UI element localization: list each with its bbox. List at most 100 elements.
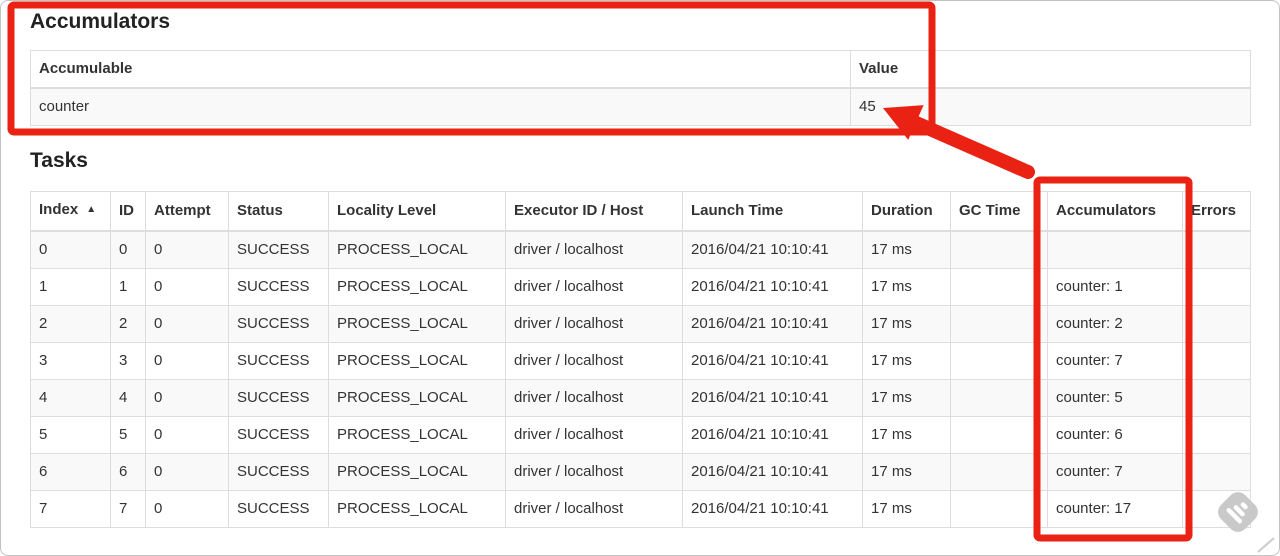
cell-accumulators: counter: 17 bbox=[1047, 490, 1183, 528]
cell-accumulators: counter: 7 bbox=[1047, 342, 1183, 380]
accumulators-section-heading: Accumulators bbox=[30, 10, 171, 33]
tasks-header-row: Index ▲ ID Attempt Status Locality Level … bbox=[30, 191, 1251, 232]
cell-accumulators bbox=[1047, 230, 1183, 269]
table-row: 6 6 0 SUCCESS PROCESS_LOCAL driver / localhos… bbox=[30, 453, 1251, 491]
cell-errors bbox=[1182, 342, 1251, 380]
cell-executor: driver / localhost bbox=[505, 268, 683, 306]
cell-launch: 2016/04/21 10:10:41 bbox=[682, 416, 863, 454]
col-header-index[interactable]: Index ▲ bbox=[30, 191, 111, 232]
col-header-executor-id-host[interactable]: Executor ID / Host bbox=[505, 191, 683, 232]
cell-index: 0 bbox=[30, 230, 111, 269]
cell-locality: PROCESS_LOCAL bbox=[328, 305, 506, 343]
cell-gc_time bbox=[950, 416, 1048, 454]
cell-duration: 17 ms bbox=[862, 490, 951, 528]
cell-accumulators: counter: 6 bbox=[1047, 416, 1183, 454]
cell-gc_time bbox=[950, 305, 1048, 343]
col-header-status[interactable]: Status bbox=[228, 191, 329, 232]
cell-attempt: 0 bbox=[145, 342, 229, 380]
col-header-attempt[interactable]: Attempt bbox=[145, 191, 229, 232]
cell-index: 7 bbox=[30, 490, 111, 528]
sort-asc-icon: ▲ bbox=[86, 204, 97, 215]
cell-locality: PROCESS_LOCAL bbox=[328, 268, 506, 306]
cell-launch: 2016/04/21 10:10:41 bbox=[682, 379, 863, 417]
cell-duration: 17 ms bbox=[862, 342, 951, 380]
cell-gc_time bbox=[950, 342, 1048, 380]
cell-launch: 2016/04/21 10:10:41 bbox=[682, 230, 863, 269]
cell-duration: 17 ms bbox=[862, 453, 951, 491]
table-row: 5 5 0 SUCCESS PROCESS_LOCAL driver / localhos… bbox=[30, 416, 1251, 454]
col-header-id[interactable]: ID bbox=[110, 191, 146, 232]
cell-index: 2 bbox=[30, 305, 111, 343]
cell-executor: driver / localhost bbox=[505, 305, 683, 343]
cell-id: 5 bbox=[110, 416, 146, 454]
cell-errors bbox=[1182, 379, 1251, 417]
cell-locality: PROCESS_LOCAL bbox=[328, 490, 506, 528]
table-row: 1 1 0 SUCCESS PROCESS_LOCAL driver / localhos… bbox=[30, 268, 1251, 306]
cell-status: SUCCESS bbox=[228, 453, 329, 491]
cell-accumulators: counter: 5 bbox=[1047, 379, 1183, 417]
table-row: 4 4 0 SUCCESS PROCESS_LOCAL driver / localhos… bbox=[30, 379, 1251, 417]
cell-id: 3 bbox=[110, 342, 146, 380]
cell-gc_time bbox=[950, 453, 1048, 491]
cell-locality: PROCESS_LOCAL bbox=[328, 342, 506, 380]
cell-executor: driver / localhost bbox=[505, 379, 683, 417]
table-row: counter 45 bbox=[30, 87, 1251, 126]
col-header-accumulators[interactable]: Accumulators bbox=[1047, 191, 1183, 232]
cell-id: 4 bbox=[110, 379, 146, 417]
col-header-value[interactable]: Value bbox=[850, 50, 1251, 89]
cell-attempt: 0 bbox=[145, 416, 229, 454]
tasks-table: Index ▲ ID Attempt Status Locality Level … bbox=[30, 191, 1251, 528]
cell-errors bbox=[1182, 305, 1251, 343]
cell-errors bbox=[1182, 268, 1251, 306]
cell-status: SUCCESS bbox=[228, 305, 329, 343]
tasks-section-heading: Tasks bbox=[30, 149, 88, 172]
col-header-index-label: Index bbox=[39, 201, 79, 218]
cell-gc_time bbox=[950, 490, 1048, 528]
col-header-launch-time[interactable]: Launch Time bbox=[682, 191, 863, 232]
cell-id: 1 bbox=[110, 268, 146, 306]
cell-duration: 17 ms bbox=[862, 305, 951, 343]
cell-attempt: 0 bbox=[145, 230, 229, 269]
cell-value: 45 bbox=[850, 87, 1251, 126]
cell-executor: driver / localhost bbox=[505, 490, 683, 528]
cell-id: 7 bbox=[110, 490, 146, 528]
cell-attempt: 0 bbox=[145, 268, 229, 306]
col-header-gc-time[interactable]: GC Time bbox=[950, 191, 1048, 232]
cell-duration: 17 ms bbox=[862, 379, 951, 417]
cell-gc_time bbox=[950, 268, 1048, 306]
cell-gc_time bbox=[950, 230, 1048, 269]
cell-executor: driver / localhost bbox=[505, 342, 683, 380]
resize-grip-icon bbox=[1257, 537, 1275, 553]
cell-duration: 17 ms bbox=[862, 416, 951, 454]
cell-status: SUCCESS bbox=[228, 379, 329, 417]
col-header-errors[interactable]: Errors bbox=[1182, 191, 1251, 232]
cell-attempt: 0 bbox=[145, 490, 229, 528]
cell-launch: 2016/04/21 10:10:41 bbox=[682, 268, 863, 306]
cell-status: SUCCESS bbox=[228, 342, 329, 380]
cell-id: 2 bbox=[110, 305, 146, 343]
table-row: 7 7 0 SUCCESS PROCESS_LOCAL driver / localhos… bbox=[30, 490, 1251, 528]
cell-accumulable: counter bbox=[30, 87, 851, 126]
cell-launch: 2016/04/21 10:10:41 bbox=[682, 490, 863, 528]
tasks-table-body: 0 0 0 SUCCESS PROCESS_LOCAL driver / localhos… bbox=[30, 230, 1251, 528]
cell-errors bbox=[1182, 490, 1251, 528]
cell-index: 5 bbox=[30, 416, 111, 454]
table-row: 3 3 0 SUCCESS PROCESS_LOCAL driver / localhos… bbox=[30, 342, 1251, 380]
cell-index: 1 bbox=[30, 268, 111, 306]
col-header-duration[interactable]: Duration bbox=[862, 191, 951, 232]
cell-accumulators: counter: 7 bbox=[1047, 453, 1183, 491]
cell-executor: driver / localhost bbox=[505, 416, 683, 454]
col-header-locality-level[interactable]: Locality Level bbox=[328, 191, 506, 232]
cell-accumulators: counter: 2 bbox=[1047, 305, 1183, 343]
cell-index: 3 bbox=[30, 342, 111, 380]
cell-status: SUCCESS bbox=[228, 490, 329, 528]
cell-id: 6 bbox=[110, 453, 146, 491]
cell-executor: driver / localhost bbox=[505, 453, 683, 491]
cell-index: 6 bbox=[30, 453, 111, 491]
cell-locality: PROCESS_LOCAL bbox=[328, 230, 506, 269]
cell-locality: PROCESS_LOCAL bbox=[328, 453, 506, 491]
col-header-accumulable[interactable]: Accumulable bbox=[30, 50, 851, 89]
cell-errors bbox=[1182, 453, 1251, 491]
cell-duration: 17 ms bbox=[862, 268, 951, 306]
cell-errors bbox=[1182, 230, 1251, 269]
